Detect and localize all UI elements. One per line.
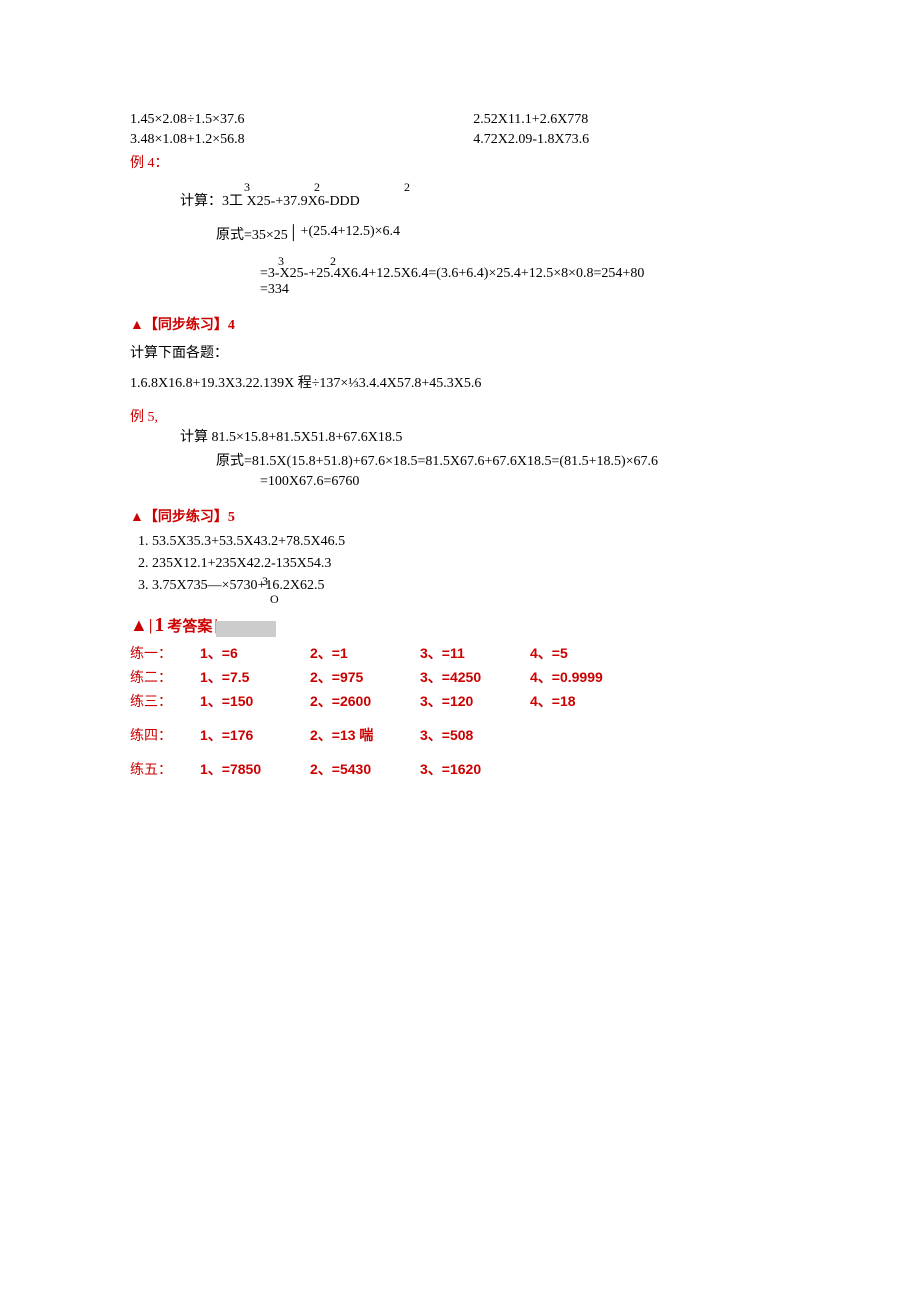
ans-r5c2: 2、=5430 [310,759,420,779]
sync5-item-1: 53.5X35.3+53.5X43.2+78.5X46.5 [152,534,790,550]
ans-row5-label: 练五： [130,759,200,779]
ex4-workline2-wrap: 3 2 =3-X25-+25.4X6.4+12.5X6.4=(3.6+6.4)×… [260,266,790,298]
divider-icon: │ [290,224,299,240]
ans-row1-label: 练一： [130,643,200,663]
ex4-sup3: 2 [404,180,410,195]
ans-r3c1: 1、=150 [200,691,310,711]
ans-row4-label: 练四： [130,725,200,745]
ans-r5c4 [530,759,650,779]
ans-r4c1: 1、=176 [200,725,310,745]
ex4-sup2: 2 [314,180,320,195]
sync4-heading: ▲【同步练习】4 [130,314,790,334]
ex4-workline2: =3-X25-+25.4X6.4+12.5X6.4=(3.6+6.4)×25.4… [260,266,790,282]
shadow-decoration [216,621,276,637]
ex4-work1b: +(25.4+12.5)×6.4 [301,224,401,240]
ans-r1c1: 1、=6 [200,643,310,663]
ex5-line1: 原式=81.5X(15.8+51.8)+67.6×18.5=81.5X67.6+… [216,450,790,470]
answers-table: 练一： 1、=6 2、=1 3、=11 4、=5 练二： 1、=7.5 2、=9… [130,643,790,779]
expr-3: 3.48×1.08+1.2×56.8 [130,132,447,148]
ex4-wl2-sup2: 2 [330,254,336,269]
ex4-calc-line: 3 2 2 计算：3工 X25-+37.9X6-DDD [180,190,790,210]
sync5-item-2: 235X12.1+235X42.2-135X54.3 [152,556,790,572]
sync5-item-3-sub: O [270,592,279,607]
ans-r1c4: 4、=5 [530,643,650,663]
sync5-list: 53.5X35.3+53.5X43.2+78.5X46.5 235X12.1+2… [130,534,790,594]
ex5-line2: =100X67.6=6760 [260,474,790,490]
ans-r5c1: 1、=7850 [200,759,310,779]
document-page: 1.45×2.08÷1.5×37.6 3.48×1.08+1.2×56.8 例 … [0,0,920,779]
ans-r2c1: 1、=7.5 [200,667,310,687]
ex4-workline1: 原式=35×25 │ +(25.4+12.5)×6.4 [216,224,790,244]
example-5-label: 例 5, [130,406,790,426]
ans-r2c3: 3、=4250 [420,667,530,687]
top-right-col: 2.52X11.1+2.6X778 4.72X2.09-1.8X73.6 [473,108,790,172]
sync5-item-3-wrap: 3 3.75X735—×5730+16.2X62.5 O [152,578,790,594]
sync4-prompt: 计算下面各题： [130,342,790,362]
ans-r2c4: 4、=0.9999 [530,667,650,687]
ans-r1c2: 2、=1 [310,643,420,663]
ex4-calc-prefix: 计算：3 [180,194,229,209]
ans-r2c2: 2、=975 [310,667,420,687]
ans-r4c4 [530,725,650,745]
top-left-col: 1.45×2.08÷1.5×37.6 3.48×1.08+1.2×56.8 例 … [130,108,447,172]
expr-1: 1.45×2.08÷1.5×37.6 [130,112,447,128]
sync4-q: 1.6.8X16.8+19.3X3.22.139X 程÷137×⅓3.4.4X5… [130,372,790,392]
sync4-title: ▲【同步练习】4 [130,318,235,333]
ans-r5c3: 3、=1620 [420,759,530,779]
ans-r4c2: 2、=13 喘 [310,725,420,745]
ans-row3-label: 练三： [130,691,200,711]
expr-2: 2.52X11.1+2.6X778 [473,112,790,128]
ex4-wl2-sup3: 3 [278,254,284,269]
top-two-columns: 1.45×2.08÷1.5×37.6 3.48×1.08+1.2×56.8 例 … [130,108,790,172]
ans-row2-label: 练二： [130,667,200,687]
ex4-sup1: 3 [244,180,250,195]
ex5-calc: 计算 81.5×15.8+81.5X51.8+67.6X18.5 [180,426,790,446]
ans-r3c2: 2、=2600 [310,691,420,711]
ex4-work1a: 原式=35×25 [216,224,288,244]
ans-r1c3: 3、=11 [420,643,530,663]
sync5-item-3-sup: 3 [262,574,268,589]
sync5-title: ▲【同步练习】5 [130,510,235,525]
bar-icon: | [149,617,153,635]
example-4-label: 例 4： [130,152,447,172]
ans-r3c4: 4、=18 [530,691,650,711]
ex4-workline3: =334 [260,282,790,298]
answers-header: ▲ | 1 考答案 | [130,614,790,637]
sync5-heading: ▲【同步练习】5 [130,506,790,526]
answers-one: 1 [154,614,164,637]
expr-4: 4.72X2.09-1.8X73.6 [473,132,790,148]
answers-text: 考答案 [167,615,212,636]
ans-r3c3: 3、=120 [420,691,530,711]
ans-r4c3: 3、=508 [420,725,530,745]
sync5-item-3: 3.75X735—×5730+16.2X62.5 [152,578,325,593]
ex4-calc-mid: 工 X25-+37.9X6-DDD [229,194,360,209]
triangle-icon: ▲ [130,615,148,636]
